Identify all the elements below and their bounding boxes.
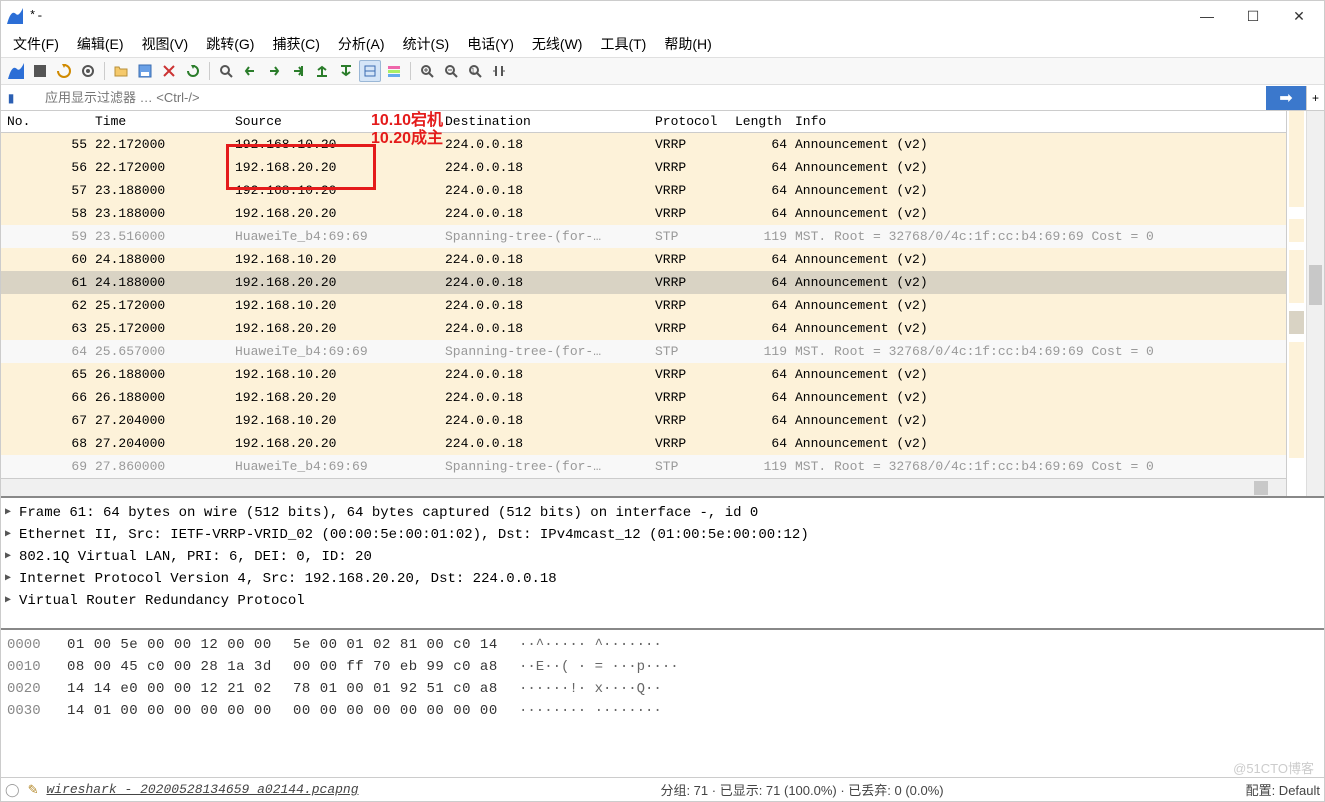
go-first-button[interactable] [311,60,333,82]
table-row[interactable]: 5723.188000192.168.10.20224.0.0.18VRRP64… [1,179,1286,202]
titlebar: *- — ☐ ✕ [1,1,1324,31]
col-destination[interactable]: Destination [441,114,651,129]
display-filter-input[interactable] [21,86,1266,110]
detail-row: ▶Virtual Router Redundancy Protocol [1,590,1324,612]
packet-bytes-pane[interactable]: 000001 00 5e 00 00 12 00 005e 00 01 02 8… [1,628,1324,728]
menu-edit[interactable]: 编辑(E) [69,32,132,56]
go-forward-button[interactable] [263,60,285,82]
close-button[interactable]: ✕ [1276,1,1322,31]
detail-row: ▶Internet Protocol Version 4, Src: 192.1… [1,568,1324,590]
zoom-out-button[interactable] [440,60,462,82]
menu-view[interactable]: 视图(V) [134,32,197,56]
zoom-reset-button[interactable]: 1 [464,60,486,82]
menu-statistics[interactable]: 统计(S) [395,32,458,56]
menu-telephony[interactable]: 电话(Y) [459,32,522,56]
table-row[interactable]: 5622.172000192.168.20.20224.0.0.18VRRP64… [1,156,1286,179]
toolbar: 1 [1,57,1324,85]
statusbar: ◯ ✎ wireshark_-_20200528134659_a02144.pc… [1,777,1324,801]
menu-wireless[interactable]: 无线(W) [524,32,591,56]
v-scrollbar[interactable] [1306,111,1324,496]
packet-list-rows[interactable]: 5522.172000192.168.10.20224.0.0.18VRRP64… [1,133,1286,478]
detail-row: ▶Frame 61: 64 bytes on wire (512 bits), … [1,502,1324,524]
col-no[interactable]: No. [1,114,91,129]
minimize-button[interactable]: — [1184,1,1230,31]
reload-button[interactable] [182,60,204,82]
packet-list-pane: No. Time Source Destination Protocol Len… [1,111,1324,496]
packet-minimap[interactable] [1286,111,1306,496]
table-row[interactable]: 6024.188000192.168.10.20224.0.0.18VRRP64… [1,248,1286,271]
menu-help[interactable]: 帮助(H) [656,32,719,56]
expert-info-icon[interactable]: ◯ [5,782,20,798]
hex-row[interactable]: 000001 00 5e 00 00 12 00 005e 00 01 02 8… [7,634,1318,656]
table-row[interactable]: 6225.172000192.168.10.20224.0.0.18VRRP64… [1,294,1286,317]
save-file-button[interactable] [134,60,156,82]
col-time[interactable]: Time [91,114,231,129]
edit-icon[interactable]: ✎ [28,782,39,798]
table-row[interactable]: 6727.204000192.168.10.20224.0.0.18VRRP64… [1,409,1286,432]
table-row[interactable]: 6425.657000HuaweiTe_b4:69:69Spanning-tre… [1,340,1286,363]
capture-options-button[interactable] [77,60,99,82]
stop-capture-button[interactable] [29,60,51,82]
chevron-right-icon[interactable]: ▶ [5,590,19,612]
menu-go[interactable]: 跳转(G) [198,32,262,56]
colorize-button[interactable] [383,60,405,82]
maximize-button[interactable]: ☐ [1230,1,1276,31]
go-to-packet-button[interactable] [287,60,309,82]
table-row[interactable]: 6526.188000192.168.10.20224.0.0.18VRRP64… [1,363,1286,386]
close-file-button[interactable] [158,60,180,82]
filter-apply-button[interactable]: ➡ [1266,86,1306,110]
table-row[interactable]: 6927.860000HuaweiTe_b4:69:69Spanning-tre… [1,455,1286,478]
zoom-in-button[interactable] [416,60,438,82]
table-row[interactable]: 6626.188000192.168.20.20224.0.0.18VRRP64… [1,386,1286,409]
hex-row[interactable]: 003014 01 00 00 00 00 00 0000 00 00 00 0… [7,700,1318,722]
menu-analyze[interactable]: 分析(A) [330,32,393,56]
watermark: @51CTO博客 [1233,758,1314,777]
auto-scroll-button[interactable] [359,60,381,82]
detail-row: ▶Ethernet II, Src: IETF-VRRP-VRID_02 (00… [1,524,1324,546]
col-info[interactable]: Info [791,114,1286,129]
table-row[interactable]: 6124.188000192.168.20.20224.0.0.18VRRP64… [1,271,1286,294]
open-file-button[interactable] [110,60,132,82]
table-row[interactable]: 6827.204000192.168.20.20224.0.0.18VRRP64… [1,432,1286,455]
find-button[interactable] [215,60,237,82]
table-row[interactable]: 5522.172000192.168.10.20224.0.0.18VRRP64… [1,133,1286,156]
table-row[interactable]: 6325.172000192.168.20.20224.0.0.18VRRP64… [1,317,1286,340]
detail-row: ▶802.1Q Virtual LAN, PRI: 6, DEI: 0, ID:… [1,546,1324,568]
menubar: 文件(F) 编辑(E) 视图(V) 跳转(G) 捕获(C) 分析(A) 统计(S… [1,31,1324,57]
menu-capture[interactable]: 捕获(C) [264,32,327,56]
go-back-button[interactable] [239,60,261,82]
chevron-right-icon[interactable]: ▶ [5,568,19,590]
bookmark-icon[interactable]: ▮ [1,86,21,110]
resize-columns-button[interactable] [488,60,510,82]
svg-text:1: 1 [471,68,475,75]
packet-details-pane[interactable]: ▶Frame 61: 64 bytes on wire (512 bits), … [1,496,1324,628]
status-profile[interactable]: 配置: Default [1246,780,1320,799]
col-protocol[interactable]: Protocol [651,114,731,129]
chevron-right-icon[interactable]: ▶ [5,502,19,524]
chevron-right-icon[interactable]: ▶ [5,546,19,568]
wireshark-icon [7,8,23,24]
annotation-2: 10.20成主 [371,124,443,148]
table-row[interactable]: 5923.516000HuaweiTe_b4:69:69Spanning-tre… [1,225,1286,248]
col-length[interactable]: Length [731,114,791,129]
hex-row[interactable]: 002014 14 e0 00 00 12 21 0278 01 00 01 9… [7,678,1318,700]
filter-add-button[interactable]: + [1306,86,1324,110]
hex-row[interactable]: 001008 00 45 c0 00 28 1a 3d00 00 ff 70 e… [7,656,1318,678]
start-capture-button[interactable] [5,60,27,82]
chevron-right-icon[interactable]: ▶ [5,524,19,546]
go-last-button[interactable] [335,60,357,82]
filter-bar: ▮ ➡ + [1,85,1324,111]
status-packets: 分组: 71 · 已显示: 71 (100.0%) · 已丢弃: 0 (0.0%… [660,780,943,799]
packet-list-header[interactable]: No. Time Source Destination Protocol Len… [1,111,1286,133]
status-filename: wireshark_-_20200528134659_a02144.pcapng [46,782,358,797]
menu-file[interactable]: 文件(F) [5,32,67,56]
h-scrollbar[interactable] [1,478,1286,496]
window-title: *- [29,9,43,23]
table-row[interactable]: 5823.188000192.168.20.20224.0.0.18VRRP64… [1,202,1286,225]
restart-capture-button[interactable] [53,60,75,82]
menu-tools[interactable]: 工具(T) [592,32,654,56]
